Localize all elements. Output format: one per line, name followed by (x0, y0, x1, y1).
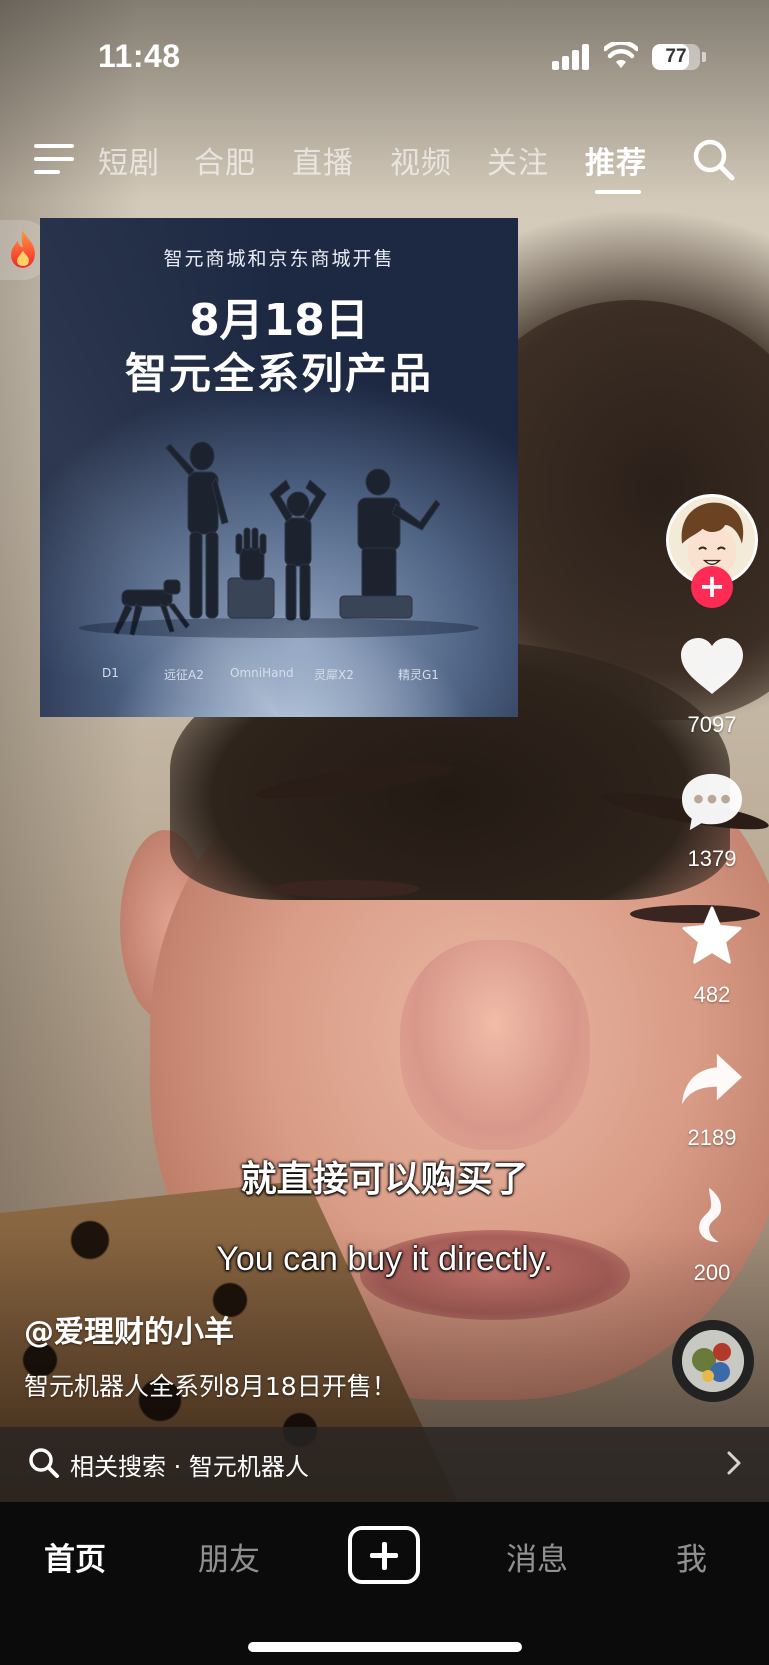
tab-video[interactable]: 视频 (390, 138, 452, 182)
poster-date: 8月18日 (189, 295, 369, 346)
robot-wheeled-g1 (339, 468, 441, 619)
comment-icon[interactable] (679, 772, 745, 832)
robot-label-x2: 灵犀X2 (314, 668, 354, 682)
share-icon[interactable] (679, 1050, 745, 1110)
nav-home[interactable]: 首页 (44, 1534, 106, 1579)
tab-recommended[interactable]: 推荐 (585, 138, 647, 182)
subtitle-chinese: 就直接可以购买了 (240, 1159, 529, 1200)
robot-hand-omnihand (227, 527, 275, 619)
like-count: 7097 (687, 712, 737, 737)
music-cover-image (682, 1330, 744, 1392)
video-subject-nose (400, 940, 590, 1150)
active-tab-indicator (595, 190, 641, 194)
video-subject-eye (270, 880, 420, 898)
status-bar: 11:48 77 (0, 0, 769, 110)
tab-short-drama[interactable]: 短剧 (98, 138, 160, 182)
star-icon[interactable] (679, 906, 745, 966)
battery-icon: 77 (652, 44, 700, 70)
poster-subtitle: 智元商城和京东商城开售 (163, 248, 395, 270)
chevron-right-icon (727, 1451, 741, 1475)
related-search-bar[interactable]: 相关搜索 · 智元机器人 (0, 1427, 769, 1502)
cellular-signal-icon (552, 44, 590, 70)
home-indicator (248, 1642, 522, 1652)
related-search-label: 相关搜索 · 智元机器人 (70, 1453, 309, 1481)
post-description[interactable]: 智元机器人全系列8月18日开售！ (24, 1367, 397, 1403)
nav-friends[interactable]: 朋友 (198, 1534, 260, 1579)
tab-hefei[interactable]: 合肥 (194, 138, 256, 182)
bottom-navigation: 首页 朋友 消息 我 (0, 1502, 769, 1665)
nav-messages[interactable]: 消息 (506, 1534, 568, 1579)
search-icon (29, 1448, 59, 1478)
flame-icon (11, 230, 35, 268)
tab-following[interactable]: 关注 (487, 138, 549, 182)
search-icon[interactable] (692, 138, 736, 182)
status-time: 11:48 (98, 38, 181, 74)
robot-label-a2: 远征A2 (164, 668, 204, 682)
heart-icon[interactable] (679, 636, 745, 696)
menu-icon[interactable] (34, 142, 74, 176)
robot-label-d1: D1 (102, 666, 119, 680)
wifi-icon (604, 42, 638, 68)
battery-cap (702, 52, 706, 62)
product-poster-overlay: 智元商城和京东商城开售 8月18日 智元全系列产品 D1 远征A2 OmniHa… (40, 218, 518, 717)
follow-button[interactable]: + (691, 566, 733, 608)
comment-count: 1379 (687, 846, 737, 871)
robot-humanoid-x2 (269, 479, 327, 621)
favorite-count: 482 (693, 982, 731, 1007)
music-disc[interactable] (672, 1320, 754, 1402)
poster-title: 智元全系列产品 (124, 349, 433, 398)
share-count: 2189 (687, 1125, 737, 1150)
nav-me[interactable]: 我 (676, 1534, 707, 1579)
subtitle-english: You can buy it directly. (216, 1240, 553, 1278)
robot-label-omnihand: OmniHand (230, 666, 294, 680)
tab-live[interactable]: 直播 (292, 138, 354, 182)
robot-label-g1: 精灵G1 (398, 668, 439, 682)
battery-percentage: 77 (665, 46, 687, 67)
create-button[interactable] (348, 1526, 420, 1584)
author-name[interactable]: @爱理财的小羊 (24, 1307, 234, 1351)
